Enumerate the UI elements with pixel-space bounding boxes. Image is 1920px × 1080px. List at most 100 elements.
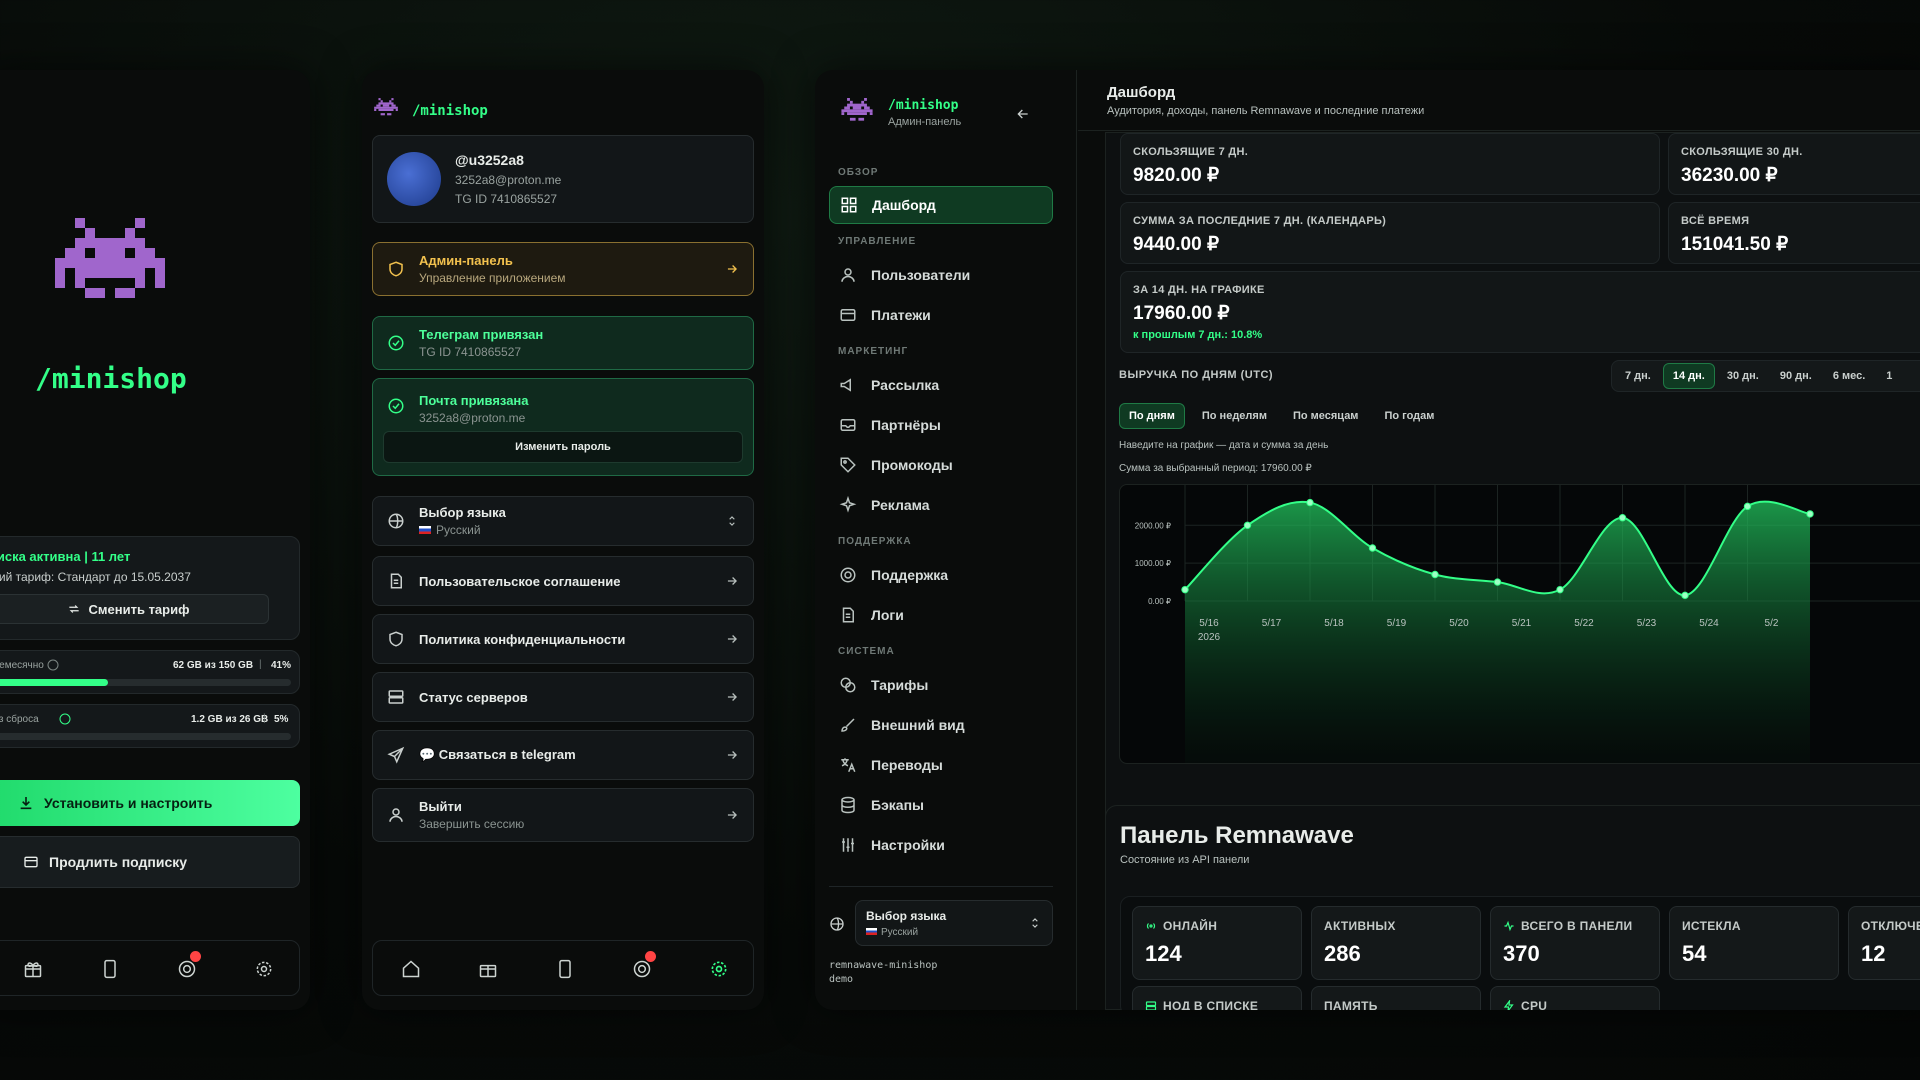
menu-privacy[interactable]: Политика конфиденциальности	[372, 614, 754, 664]
data-point	[1618, 514, 1627, 522]
help-icon[interactable]	[47, 659, 59, 671]
card-icon	[839, 306, 857, 324]
x-tick-label: 5/18	[1324, 618, 1344, 629]
nav-partners[interactable]: Партнёры	[829, 406, 1053, 444]
support-icon[interactable]	[177, 959, 197, 979]
range-tabs: 7 дн. 14 дн. 30 дн. 90 дн. 6 мес. 1	[1611, 360, 1920, 392]
range-30d[interactable]: 30 дн.	[1718, 364, 1768, 388]
data-point	[1181, 585, 1189, 594]
group-days[interactable]: По дням	[1119, 403, 1185, 429]
phone-icon[interactable]	[555, 959, 575, 979]
tag-icon	[839, 456, 857, 474]
arrow-right-icon	[725, 690, 739, 704]
collapse-arrow-icon[interactable]	[1015, 106, 1031, 122]
nav-dashboard[interactable]: Дашборд	[829, 186, 1053, 224]
arrow-right-icon	[725, 574, 739, 588]
group-years[interactable]: По годам	[1375, 404, 1443, 428]
nav-users[interactable]: Пользователи	[829, 256, 1053, 294]
sidebar-language-select[interactable]: Выбор языка Русский	[855, 900, 1053, 946]
arrow-right-icon	[725, 808, 739, 822]
sidebar-footer-line2: demo	[829, 974, 854, 985]
pulse-icon	[1503, 920, 1515, 932]
sidebar-title: /minishop	[888, 98, 959, 113]
nav-support[interactable]: Поддержка	[829, 556, 1053, 594]
revenue-title: ВЫРУЧКА ПО ДНЯМ (UTC)	[1119, 369, 1274, 381]
brush-icon	[839, 716, 857, 734]
nav-tariffs[interactable]: Тарифы	[829, 666, 1053, 704]
revenue-chart[interactable]: 2000.00 ₽ 1000.00 ₽ 0.00 ₽ 5/16 5/17 5/18 5/19…	[1120, 485, 1920, 764]
range-14d[interactable]: 14 дн.	[1662, 363, 1715, 389]
card-icon	[23, 854, 39, 870]
nav-settings[interactable]: Настройки	[829, 826, 1053, 864]
server-icon	[387, 688, 405, 706]
document-icon	[387, 572, 405, 590]
megaphone-icon	[839, 376, 857, 394]
gear-icon[interactable]	[709, 959, 729, 979]
nav-appearance[interactable]: Внешний вид	[829, 706, 1053, 744]
subscription-status: писка активна | 11 лет	[0, 549, 131, 564]
menu-server-status[interactable]: Статус серверов	[372, 672, 754, 722]
notification-dot	[190, 951, 201, 962]
refresh-icon	[67, 602, 81, 616]
revenue-section: СКОЛЬЗЯЩИЕ 7 ДН. 9820.00 ₽ СКОЛЬЗЯЩИЕ 30 …	[1105, 132, 1920, 857]
install-button[interactable]: Установить и настроить	[0, 780, 300, 826]
sliders-icon	[839, 836, 857, 854]
data-point	[1556, 585, 1564, 594]
data-point	[1368, 544, 1377, 552]
range-90d[interactable]: 90 дн.	[1771, 364, 1821, 388]
x-tick-label: 5/20	[1449, 618, 1469, 629]
phone-icon[interactable]	[100, 959, 120, 979]
mobile-settings-panel: /minishop @u3252a8 3252a8@proton.me TG I…	[362, 70, 764, 1010]
support-icon[interactable]	[632, 959, 652, 979]
group-weeks[interactable]: По неделям	[1193, 404, 1276, 428]
nav-promo[interactable]: Промокоды	[829, 446, 1053, 484]
chevron-updown-icon	[1028, 916, 1042, 930]
admin-panel-link[interactable]: Админ-панель Управление приложением	[372, 242, 754, 296]
page-title: Дашборд	[1107, 84, 1176, 101]
language-select[interactable]: Выбор языка Русский	[372, 496, 754, 546]
range-7d[interactable]: 7 дн.	[1616, 364, 1660, 388]
rw-expired: ИСТЕКЛА 54	[1669, 906, 1839, 980]
x-tick-label: 5/24	[1699, 618, 1719, 629]
nav-logs[interactable]: Логи	[829, 596, 1053, 634]
nav-ads[interactable]: Реклама	[829, 486, 1053, 524]
x-tick-label: 5/22	[1574, 618, 1594, 629]
extend-subscription-button[interactable]: Продлить подписку	[0, 836, 300, 888]
home-icon[interactable]	[401, 959, 421, 979]
profile-card: @u3252a8 3252a8@proton.me TG ID 74108655…	[372, 135, 754, 223]
help-icon[interactable]	[59, 713, 71, 725]
gift-icon[interactable]	[478, 959, 498, 979]
arrow-right-icon	[725, 262, 739, 276]
x-tick-label: 5/2	[1765, 618, 1779, 629]
notification-dot	[645, 951, 656, 962]
change-tariff-button[interactable]: Сменить тариф	[0, 594, 269, 624]
range-1y[interactable]: 1	[1877, 364, 1901, 388]
group-months[interactable]: По месяцам	[1284, 404, 1367, 428]
admin-sidebar: /minishop Админ-панель ОБЗОР Дашборд УПР…	[815, 70, 1077, 1010]
chart-hint: Наведите на график — дата и сумма за ден…	[1119, 440, 1329, 451]
rw-nodes: НОД В СПИСКЕ	[1132, 986, 1302, 1010]
stat-chart-14: ЗА 14 ДН. НА ГРАФИКЕ 17960.00 ₽ к прошлым …	[1120, 271, 1920, 353]
change-password-button[interactable]: Изменить пароль	[383, 431, 743, 463]
x-tick-label: 5/23	[1637, 618, 1657, 629]
gift-icon[interactable]	[23, 959, 43, 979]
bottom-nav	[372, 940, 754, 996]
menu-agreement[interactable]: Пользовательское соглашение	[372, 556, 754, 606]
chart-sum: Сумма за выбранный период: 17960.00 ₽	[1119, 463, 1312, 474]
nav-translations[interactable]: Переводы	[829, 746, 1053, 784]
logout-button[interactable]: Выйти Завершить сессию	[372, 788, 754, 842]
support-icon	[839, 566, 857, 584]
gear-icon[interactable]	[254, 959, 274, 979]
rw-online: ОНЛАЙН 124	[1132, 906, 1302, 980]
menu-contact-telegram[interactable]: 💬 Связаться в telegram	[372, 730, 754, 780]
nav-payments[interactable]: Платежи	[829, 296, 1053, 334]
brand-title: /minishop	[35, 362, 187, 395]
range-6m[interactable]: 6 мес.	[1824, 364, 1874, 388]
nav-backups[interactable]: Бэкапы	[829, 786, 1053, 824]
traffic-noreset-bar	[0, 733, 291, 740]
arrow-right-icon	[725, 632, 739, 646]
nav-mailing[interactable]: Рассылка	[829, 366, 1053, 404]
remnawave-section: Панель Remnawave Состояние из API панели…	[1105, 805, 1920, 1010]
x-tick-label: 5/16	[1199, 618, 1219, 629]
sidebar-footer-line1: remnawave-minishop	[829, 960, 938, 971]
